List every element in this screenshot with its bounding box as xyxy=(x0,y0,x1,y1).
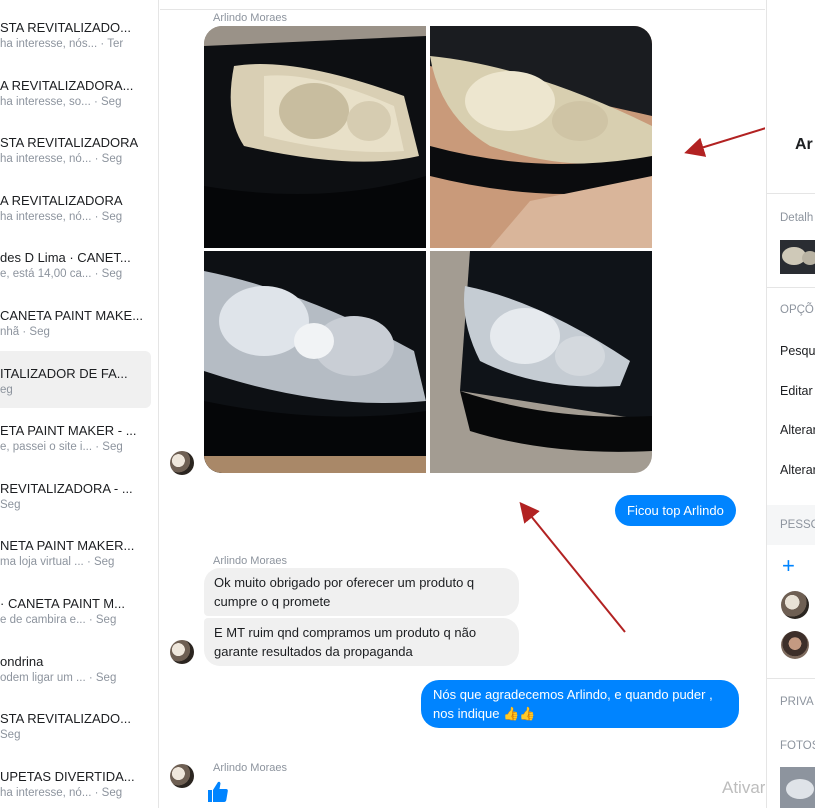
conversation-snippet: ha interesse, nó... · Seg xyxy=(0,787,123,799)
conversation-snippet: Seg xyxy=(0,499,21,511)
details-thumbnail[interactable] xyxy=(780,240,815,274)
conversation-list: STA REVITALIZADO... ha interesse, nós...… xyxy=(0,0,159,808)
conversation-title: · CANETA PAINT M... xyxy=(0,596,125,611)
conversation-title: A REVITALIZADORA... xyxy=(0,78,134,93)
conversation-item[interactable]: STA REVITALIZADO... Seg xyxy=(0,711,151,768)
divider xyxy=(767,678,815,679)
conversation-item-active[interactable]: ITALIZADOR DE FA... eg xyxy=(0,351,151,408)
person-avatar[interactable] xyxy=(781,591,809,619)
conversation-item[interactable]: REVITALIZADORA - ... Seg xyxy=(0,481,151,538)
activation-watermark: Ativar o W xyxy=(722,778,765,797)
conversation-snippet: ha interesse, so... · Seg xyxy=(0,96,122,108)
conversation-title: STA REVITALIZADO... xyxy=(0,20,131,35)
chat-thread: Arlindo Moraes Ficou top Arlindo Arlindo… xyxy=(160,0,765,808)
details-heading: Detalh xyxy=(780,212,814,224)
conversation-item[interactable]: A REVITALIZADORA ha interesse, nó... · S… xyxy=(0,193,151,250)
conversation-title: A REVITALIZADORA xyxy=(0,193,123,208)
conversation-item[interactable]: A REVITALIZADORA... ha interesse, so... … xyxy=(0,78,151,135)
photos-heading: FOTOS xyxy=(780,740,815,752)
conversation-snippet: ma loja virtual ... · Seg xyxy=(0,556,115,568)
conversation-snippet: ha interesse, nó... · Seg xyxy=(0,153,123,165)
conversation-item[interactable]: STA REVITALIZADO... ha interesse, nós...… xyxy=(0,20,151,77)
details-panel: Ar Detalh OPÇÕ Pesqui Editar Alterar Alt… xyxy=(766,0,815,808)
conversation-title: ITALIZADOR DE FA... xyxy=(0,366,128,381)
contact-name-title: Ar xyxy=(795,136,813,153)
conversation-item[interactable]: ETA PAINT MAKER - ... e, passei o site i… xyxy=(0,423,151,480)
conversation-item[interactable]: NETA PAINT MAKER... ma loja virtual ... … xyxy=(0,538,151,595)
conversation-item[interactable]: UPETAS DIVERTIDA... ha interesse, nó... … xyxy=(0,769,151,808)
conversation-title: UPETAS DIVERTIDA... xyxy=(0,769,135,784)
option-change[interactable]: Alterar xyxy=(780,463,815,477)
conversation-snippet: eg xyxy=(0,384,13,396)
conversation-snippet: odem ligar um ... · Seg xyxy=(0,672,117,684)
conversation-title: CANETA PAINT MAKE... xyxy=(0,308,144,323)
conversation-snippet: Seg xyxy=(0,729,21,741)
conversation-snippet: nhã · Seg xyxy=(0,326,50,338)
conversation-title: des D Lima · CANET... xyxy=(0,250,131,265)
option-search[interactable]: Pesqui xyxy=(780,344,815,358)
conversation-snippet: ha interesse, nó... · Seg xyxy=(0,211,123,223)
conversation-snippet: e, está 14,00 ca... · Seg xyxy=(0,268,123,280)
conversation-item[interactable]: ondrina odem ligar um ... · Seg xyxy=(0,654,151,711)
conversation-snippet: e de cambira e... · Seg xyxy=(0,614,117,626)
privacy-heading: PRIVA xyxy=(780,696,814,708)
person-avatar[interactable] xyxy=(781,631,809,659)
conversation-snippet: ha interesse, nós... · Ter xyxy=(0,38,124,50)
add-person-icon[interactable]: + xyxy=(782,555,795,577)
messenger-window: STA REVITALIZADO... ha interesse, nós...… xyxy=(0,0,815,808)
divider xyxy=(767,193,815,194)
conversation-item[interactable]: des D Lima · CANET... e, está 14,00 ca..… xyxy=(0,250,151,307)
option-change[interactable]: Alterar xyxy=(780,423,815,437)
conversation-title: STA REVITALIZADO... xyxy=(0,711,131,726)
divider xyxy=(767,287,815,288)
annotation-arrows xyxy=(519,127,765,633)
conversation-title: NETA PAINT MAKER... xyxy=(0,538,135,553)
conversation-title: STA REVITALIZADORA xyxy=(0,135,139,150)
option-edit[interactable]: Editar xyxy=(780,384,813,398)
options-heading: OPÇÕ xyxy=(780,304,814,316)
conversation-title: ondrina xyxy=(0,654,44,669)
conversation-item[interactable]: · CANETA PAINT M... e de cambira e... · … xyxy=(0,596,151,653)
conversation-title: REVITALIZADORA - ... xyxy=(0,481,133,496)
conversation-title: ETA PAINT MAKER - ... xyxy=(0,423,137,438)
conversation-item[interactable]: STA REVITALIZADORA ha interesse, nó... ·… xyxy=(0,135,151,192)
conversation-snippet: e, passei o site i... · Seg xyxy=(0,441,123,453)
people-heading: PESSO xyxy=(780,519,815,531)
shared-photo-thumbnail[interactable] xyxy=(780,767,815,808)
